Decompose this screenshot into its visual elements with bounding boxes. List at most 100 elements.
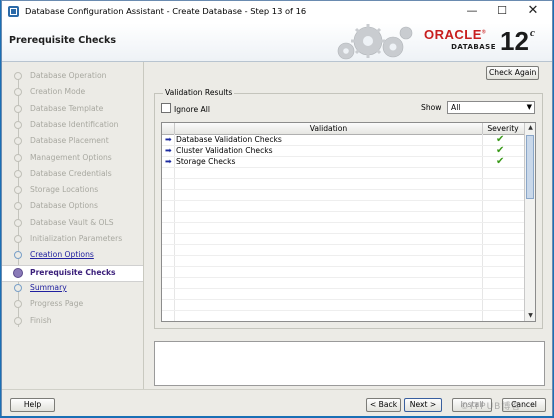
close-button[interactable]: ✕	[518, 1, 548, 22]
table-row[interactable]: ➡ Database Validation Checks ✔	[162, 134, 524, 146]
table-row	[162, 234, 524, 245]
step-indicator-icon	[13, 267, 23, 278]
nav-step: Management Options	[2, 151, 143, 166]
step-indicator-icon	[14, 120, 22, 129]
footer-bar: Help < Back Next > Install Cancel ©ITPUB…	[2, 389, 552, 416]
steps-nav: Database Operation Creation Mode Database …	[2, 62, 144, 389]
check-icon: ✔	[496, 156, 505, 167]
window-title: Database Configuration Assistant - Creat…	[25, 6, 307, 16]
nav-step-label: Progress Page	[30, 299, 84, 309]
nav-step-label: Creation Mode	[30, 87, 86, 97]
watermark: ©ITPUB博客	[460, 402, 522, 412]
expand-arrow-icon[interactable]: ➡	[165, 136, 172, 144]
nav-step: Creation Mode	[2, 85, 143, 100]
validation-name: Cluster Validation Checks	[176, 146, 273, 155]
table-row	[162, 212, 524, 223]
checkbox-box[interactable]	[161, 103, 171, 113]
ignore-all-checkbox[interactable]: Ignore All	[161, 103, 210, 114]
step-indicator-icon	[14, 251, 22, 260]
maximize-button[interactable]: ☐	[487, 1, 517, 22]
nav-step: Database Operation	[2, 69, 143, 84]
table-row[interactable]: ➡ Cluster Validation Checks ✔	[162, 145, 524, 157]
check-icon: ✔	[496, 134, 505, 145]
nav-step-label: Storage Locations	[30, 185, 99, 195]
show-label: Show	[421, 103, 442, 112]
table-row	[162, 190, 524, 201]
table-row	[162, 311, 524, 321]
nav-step: Storage Locations	[2, 183, 143, 198]
oracle-brand: ORACLE®	[424, 27, 496, 42]
chevron-down-icon[interactable]: ▼	[527, 102, 532, 113]
details-pane	[154, 341, 545, 386]
step-indicator-icon	[14, 300, 22, 309]
validation-column-header[interactable]: Validation	[174, 123, 483, 134]
show-filter-select[interactable]: All ▼	[447, 101, 535, 114]
nav-step-label: Initialization Parameters	[30, 234, 123, 243]
help-button[interactable]: Help	[10, 398, 55, 412]
nav-step-label: Database Vault & OLS	[30, 217, 114, 227]
validation-name: Storage Checks	[176, 157, 236, 166]
registered-mark: ®	[481, 29, 487, 36]
vertical-scrollbar[interactable]: ▲ ▼	[524, 123, 535, 321]
nav-step: Database Credentials	[2, 167, 143, 182]
show-filter-value: All	[451, 103, 461, 112]
nav-step-label: Database Template	[30, 103, 104, 113]
nav-step-label: Database Credentials	[30, 168, 112, 178]
oracle-logo: ORACLE® DATABASE	[424, 27, 496, 51]
step-indicator-icon	[14, 186, 22, 195]
nav-step-label: Management Options	[30, 152, 112, 162]
oracle-brand-text: ORACLE	[424, 27, 482, 42]
nav-step: Database Template	[2, 102, 143, 117]
version-suffix: c	[530, 27, 535, 39]
nav-step[interactable]: Creation Options	[2, 248, 143, 263]
nav-step: Progress Page	[2, 297, 143, 312]
header-banner: Prerequisite Checks ORACLE® DATABASE 12 …	[2, 23, 552, 62]
scroll-up-icon[interactable]: ▲	[526, 123, 535, 133]
step-indicator-icon	[14, 283, 22, 292]
page-title: Prerequisite Checks	[9, 35, 117, 46]
severity-column-header[interactable]: Severity	[482, 123, 524, 134]
main-content: Check Again Validation Results Ignore Al…	[147, 62, 552, 389]
table-row	[162, 278, 524, 289]
gears-graphic	[337, 24, 413, 60]
minimize-button[interactable]: —	[457, 1, 487, 22]
table-row	[162, 256, 524, 267]
nav-step: Initialization Parameters	[2, 232, 143, 247]
scroll-down-icon[interactable]: ▼	[526, 311, 535, 321]
next-button[interactable]: Next >	[404, 398, 442, 412]
table-row	[162, 267, 524, 278]
validation-results-title: Validation Results	[163, 88, 235, 97]
check-again-button[interactable]: Check Again	[486, 66, 539, 80]
table-row	[162, 201, 524, 212]
validation-results-group: Validation Results Ignore All Show All ▼ …	[154, 88, 543, 329]
nav-step-label: Database Placement	[30, 136, 109, 146]
nav-step-label[interactable]: Prerequisite Checks	[30, 268, 116, 277]
validation-name: Database Validation Checks	[176, 135, 282, 144]
scrollbar-thumb[interactable]	[526, 135, 534, 199]
step-indicator-icon	[14, 169, 22, 178]
nav-step-label: Finish	[30, 315, 52, 325]
ignore-all-label: Ignore All	[174, 105, 210, 114]
nav-step-label: Database Options	[30, 201, 98, 211]
table-header: Validation Severity	[162, 123, 524, 135]
nav-step-label[interactable]: Creation Options	[30, 250, 94, 259]
table-row	[162, 300, 524, 311]
nav-step: Database Options	[2, 199, 143, 214]
nav-step-label: Database Identification	[30, 119, 119, 129]
nav-step[interactable]: Prerequisite Checks	[2, 264, 143, 282]
table-row	[162, 168, 524, 179]
validation-table: Validation Severity ➡ Database Validation…	[161, 122, 536, 322]
oracle-product: DATABASE	[451, 43, 496, 51]
step-indicator-icon	[14, 218, 22, 227]
step-indicator-icon	[14, 153, 22, 162]
step-indicator-icon	[14, 72, 22, 80]
version-number: 12	[500, 26, 529, 56]
back-button[interactable]: < Back	[366, 398, 401, 412]
app-icon	[8, 6, 19, 17]
expand-arrow-icon[interactable]: ➡	[165, 158, 172, 166]
nav-step-label[interactable]: Summary	[30, 283, 67, 292]
table-row	[162, 289, 524, 300]
table-row[interactable]: ➡ Storage Checks ✔	[162, 156, 524, 168]
nav-step[interactable]: Summary	[2, 281, 143, 296]
expand-arrow-icon[interactable]: ➡	[165, 147, 172, 155]
